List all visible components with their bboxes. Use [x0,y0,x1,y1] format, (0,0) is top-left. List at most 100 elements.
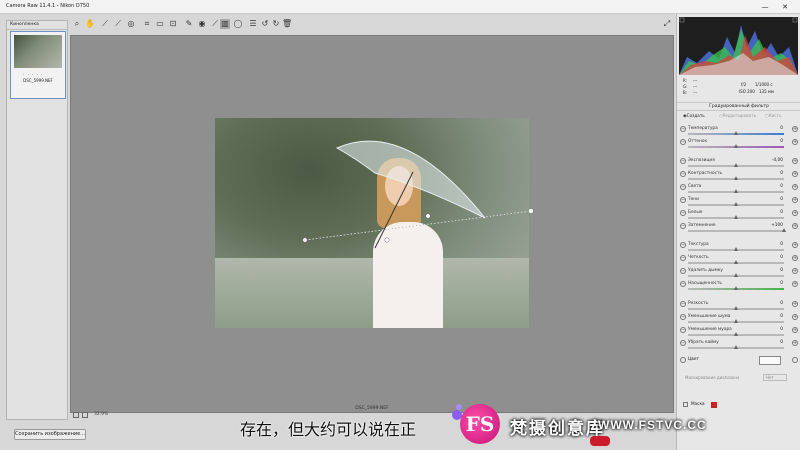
slider-plus-icon[interactable]: + [792,340,798,346]
slider-knob[interactable] [733,260,738,264]
straighten-icon[interactable]: ▭ [155,19,165,29]
red-eye-icon[interactable]: ◉ [197,19,207,29]
transform-icon[interactable]: ⊡ [168,19,178,29]
slider-minus-icon[interactable]: − [680,340,686,346]
graduated-filter-overlay[interactable] [71,36,675,414]
image-canvas[interactable]: DSC_5999.NEF [70,35,674,413]
slider-plus-icon[interactable]: + [792,327,798,333]
slider-plus-icon[interactable]: + [792,158,798,164]
slider-knob[interactable] [733,189,738,193]
slider-value[interactable]: +100 [763,223,783,228]
slider-track[interactable] [688,230,784,232]
slider-knob[interactable] [733,247,738,251]
slider-minus-icon[interactable]: − [680,242,686,248]
slider-plus-icon[interactable]: + [792,281,798,287]
slider-value[interactable]: 0 [763,281,783,286]
slider-minus-icon[interactable]: − [680,171,686,177]
slider-plus-icon[interactable]: + [792,197,798,203]
slider-plus-icon[interactable]: + [792,126,798,132]
slider-value[interactable]: 0 [763,340,783,345]
slider-value[interactable]: 0 [763,126,783,131]
slider-value[interactable]: 0 [763,184,783,189]
slider-value[interactable]: 0 [763,197,783,202]
slider-value[interactable]: 0 [763,255,783,260]
slider-minus-icon[interactable]: − [680,210,686,216]
adjustment-brush-icon[interactable]: ⟋ [210,19,220,29]
zoom-out-button[interactable] [73,412,79,418]
slider-knob[interactable] [733,273,738,277]
slider-minus-icon[interactable]: − [680,301,686,307]
slider-plus-icon[interactable]: + [792,223,798,229]
slider-plus-icon[interactable]: + [792,210,798,216]
slider-minus-icon[interactable]: − [680,197,686,203]
slider-minus-icon[interactable]: − [680,268,686,274]
close-button[interactable]: ✕ [780,2,790,12]
slider-value[interactable]: 0 [763,301,783,306]
slider-value[interactable]: 0 [763,314,783,319]
trash-icon[interactable]: 🗑 [282,19,292,29]
slider-minus-icon[interactable]: − [680,158,686,164]
rotate-right-icon[interactable]: ↻ [271,19,281,29]
save-image-button[interactable]: Сохранить изображение... [14,429,86,440]
spot-removal-icon[interactable]: ✎ [184,19,194,29]
slider-minus-icon[interactable]: − [680,139,686,145]
slider-plus-icon[interactable]: + [792,314,798,320]
slider-value[interactable]: -4,00 [763,158,783,163]
slider-minus-icon[interactable]: − [680,184,686,190]
targeted-adjust-icon[interactable]: ◎ [126,19,136,29]
slider-plus-icon[interactable]: + [792,255,798,261]
slider-minus-icon[interactable]: − [680,223,686,229]
slider-knob[interactable] [733,202,738,206]
slider-plus-icon[interactable]: + [792,268,798,274]
range-mask-select[interactable]: Нет [763,374,787,381]
mode-edit-radio[interactable]: ○ Редактировать [719,113,756,118]
thumbnail-rating[interactable]: · · · · · [23,72,43,77]
filmstrip-thumbnail[interactable]: · · · · · DSC_5999.NEF [10,31,66,99]
slider-value[interactable]: 0 [763,242,783,247]
slider-value[interactable]: 0 [763,268,783,273]
preferences-icon[interactable]: ☰ [248,19,258,29]
slider-plus-icon[interactable]: + [792,139,798,145]
slider-minus-icon[interactable]: − [680,281,686,287]
slider-knob[interactable] [733,144,738,148]
slider-plus-icon[interactable]: + [792,301,798,307]
white-balance-icon[interactable]: ⟋ [100,19,110,29]
slider-knob[interactable] [733,345,738,349]
slider-plus-icon[interactable]: + [792,242,798,248]
slider-value[interactable]: 0 [763,327,783,332]
hand-icon[interactable]: ✋ [85,19,95,29]
slider-value[interactable]: 0 [763,139,783,144]
fullscreen-icon[interactable]: ⤢ [662,19,672,29]
zoom-icon[interactable]: ⌕ [72,19,82,29]
zoom-level[interactable]: 32.9% [94,412,108,417]
zoom-in-button[interactable] [82,412,88,418]
slider-value[interactable]: 0 [763,210,783,215]
slider-plus-icon[interactable]: + [792,171,798,177]
slider-plus-icon[interactable]: + [792,184,798,190]
color-minus-icon[interactable] [680,357,686,363]
slider-knob[interactable] [733,306,738,310]
slider-minus-icon[interactable]: − [680,327,686,333]
color-swatch[interactable] [759,356,781,365]
slider-minus-icon[interactable]: − [680,255,686,261]
slider-minus-icon[interactable]: − [680,314,686,320]
slider-knob[interactable] [733,176,738,180]
color-plus-icon[interactable] [792,357,798,363]
slider-knob[interactable] [733,215,738,219]
slider-knob[interactable] [733,163,738,167]
slider-knob[interactable] [733,131,738,135]
slider-minus-icon[interactable]: − [680,126,686,132]
slider-knob[interactable] [733,319,738,323]
slider-value[interactable]: 0 [763,171,783,176]
mode-brush-radio[interactable]: ○ Кисть [765,113,782,118]
radial-filter-icon[interactable]: ◯ [233,19,243,29]
slider-knob[interactable] [733,286,738,290]
mode-create-radio[interactable]: ◉ Создать [683,113,705,118]
minimize-button[interactable]: — [760,2,770,12]
slider-knob[interactable] [733,332,738,336]
crop-icon[interactable]: ⌗ [142,19,152,29]
rotate-left-icon[interactable]: ↺ [260,19,270,29]
graduated-filter-icon[interactable]: ▥ [220,19,230,29]
color-sampler-icon[interactable]: ⟋ [113,19,123,29]
slider-knob[interactable] [781,228,786,232]
